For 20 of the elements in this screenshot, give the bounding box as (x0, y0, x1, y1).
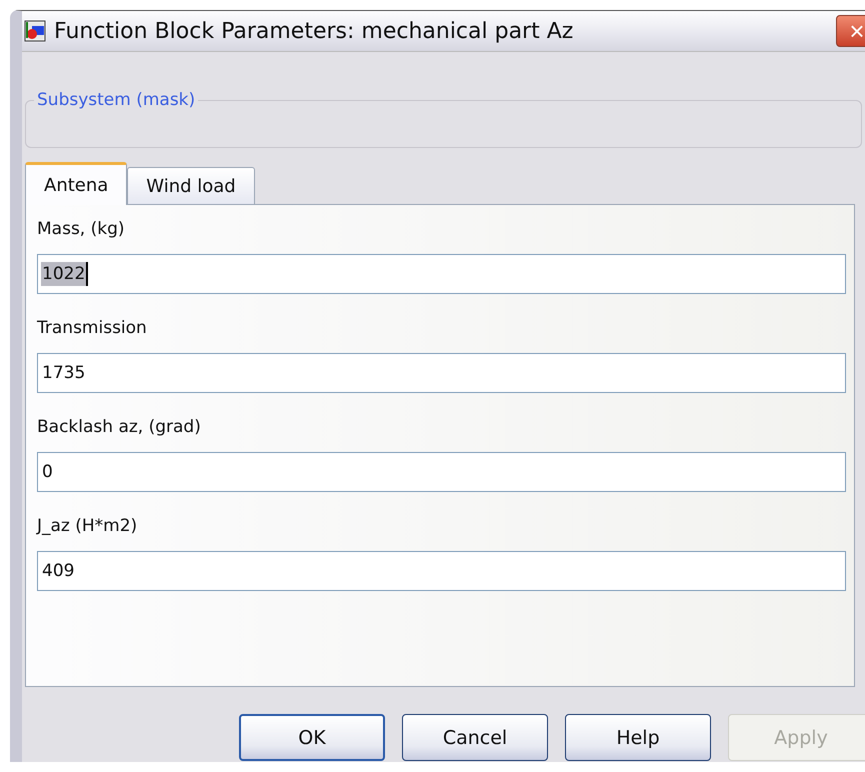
input-field[interactable]: 0 (37, 452, 846, 492)
group-title: Subsystem (mask) (36, 90, 196, 110)
input-field[interactable]: 1735 (37, 353, 846, 393)
dialog-button[interactable]: Cancel (402, 714, 548, 761)
dialog-button[interactable]: Help (565, 714, 711, 761)
field-value: 1735 (41, 362, 86, 385)
tab[interactable]: Wind load (127, 167, 255, 205)
dialog-button[interactable]: OK (239, 714, 385, 761)
block-icon (24, 20, 46, 42)
field-label: Backlash az, (grad) (37, 417, 202, 439)
field-label: Transmission (37, 318, 148, 340)
tab[interactable]: Antena (25, 162, 128, 205)
field-label: J_az (H*m2) (37, 516, 138, 538)
field-label: Mass, (kg) (37, 219, 126, 241)
field-value: 409 (41, 560, 76, 583)
input-field[interactable]: 1022 (37, 254, 846, 294)
field-value: 1022 (41, 262, 88, 286)
window-title: Function Block Parameters: mechanical part Az (54, 18, 574, 44)
field-value: 0 (41, 461, 54, 484)
input-field[interactable]: 409 (37, 551, 846, 591)
